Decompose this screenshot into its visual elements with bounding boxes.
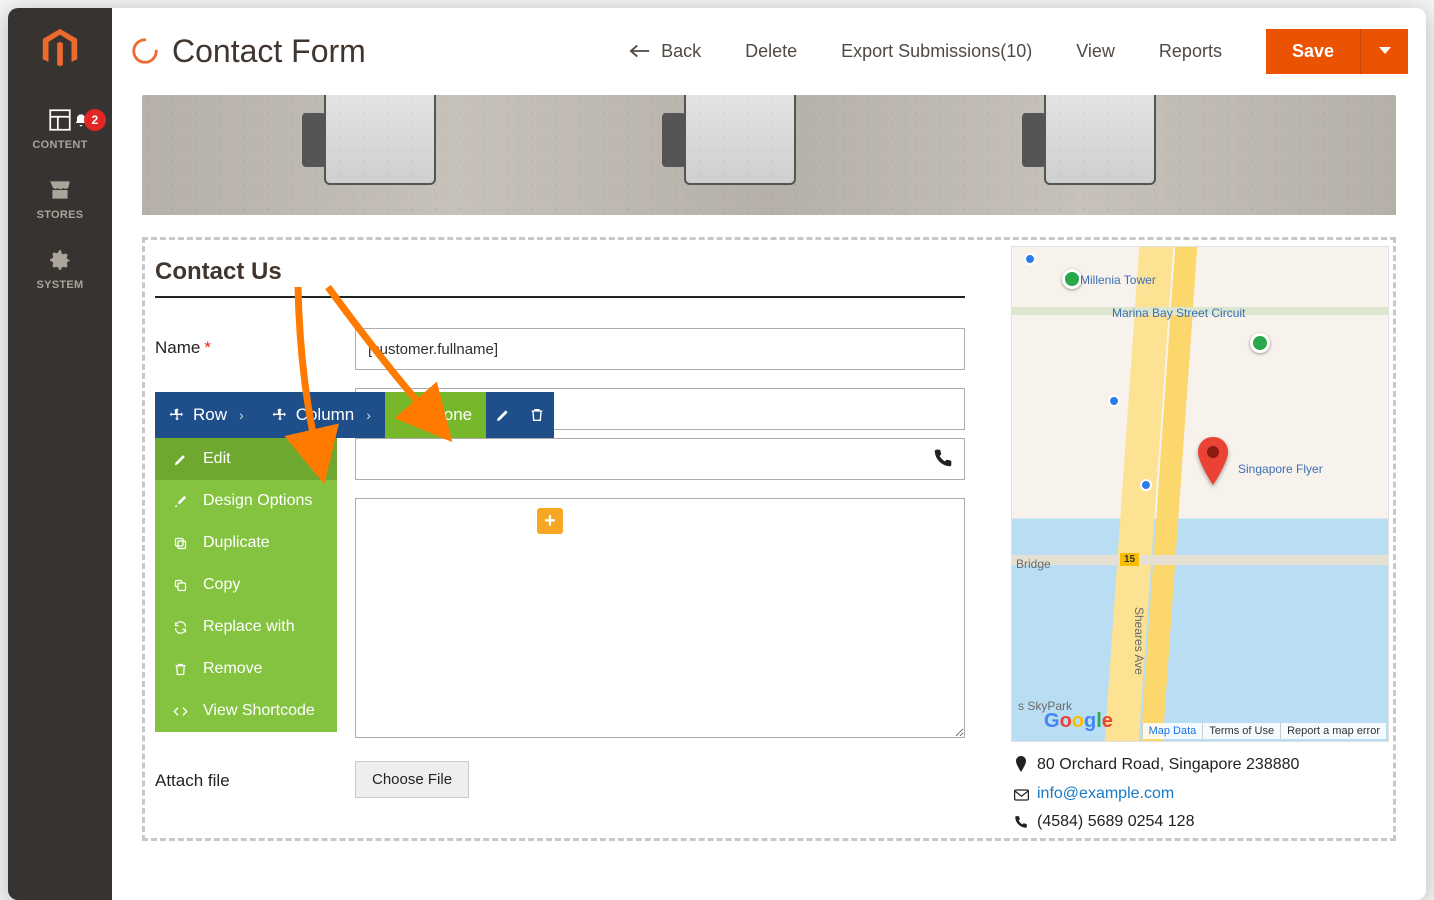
field-name: Name* (155, 328, 965, 370)
choose-file-button[interactable]: Choose File (355, 761, 469, 798)
pencil-icon (495, 407, 511, 423)
map-poi[interactable] (1108, 395, 1120, 407)
sidebar-item-stores[interactable]: STORES (8, 165, 112, 235)
reports-button[interactable]: Reports (1159, 41, 1222, 62)
map-highway-badge: 15 (1120, 553, 1139, 566)
magento-logo (8, 8, 112, 95)
refresh-icon (173, 620, 188, 635)
annotation-arrow (322, 281, 452, 446)
move-icon (169, 407, 185, 423)
context-menu-replace[interactable]: Replace with (155, 606, 337, 648)
map-pin-icon (1013, 755, 1029, 781)
page-header: Contact Form Back Delete Export Submissi… (112, 8, 1426, 95)
layout-icon (47, 107, 73, 133)
map-poi[interactable] (1062, 269, 1082, 289)
view-button[interactable]: View (1076, 41, 1115, 62)
phone-icon (1013, 812, 1029, 838)
envelope-icon (1013, 784, 1029, 810)
arrow-left-icon (629, 43, 651, 59)
gear-icon (47, 247, 73, 273)
brush-icon (173, 494, 188, 509)
map-pin-icon (1194, 437, 1232, 490)
map-label-sheares: Sheares Ave (1132, 607, 1146, 675)
contact-info: 80 Orchard Road, Singapore 238880 info@e… (1011, 742, 1389, 838)
edit-element-button[interactable] (486, 392, 520, 438)
map-poi[interactable] (1140, 479, 1152, 491)
field-email-hidden: . Row› (155, 388, 965, 430)
admin-sidebar: CONTENT 2 STORES SYSTEM (8, 8, 112, 900)
save-dropdown-button[interactable] (1360, 29, 1408, 74)
pencil-icon (173, 452, 188, 467)
page-title: Contact Form (172, 33, 366, 70)
map-poi[interactable] (1024, 253, 1036, 265)
delete-button[interactable]: Delete (745, 41, 797, 62)
field-attach: Attach file Choose File (155, 761, 965, 798)
context-menu-copy[interactable]: Copy (155, 564, 337, 606)
context-menu-design[interactable]: Design Options (155, 480, 337, 522)
caret-down-icon (1378, 46, 1392, 56)
map-label-flyer: Singapore Flyer (1238, 462, 1323, 476)
export-submissions-button[interactable]: Export Submissions(10) (841, 41, 1032, 62)
form-heading: Contact Us (155, 254, 965, 296)
hero-image (142, 95, 1396, 215)
contact-email-link[interactable]: info@example.com (1037, 781, 1174, 807)
map-data-link[interactable]: Map Data (1142, 723, 1203, 739)
sidebar-item-label: STORES (37, 209, 84, 221)
sidebar-item-label: SYSTEM (36, 279, 83, 291)
back-button[interactable]: Back (629, 41, 701, 62)
trash-icon (173, 662, 188, 677)
context-menu-remove[interactable]: Remove (155, 648, 337, 690)
map-report-link[interactable]: Report a map error (1280, 723, 1386, 739)
sidebar-item-content[interactable]: CONTENT 2 (8, 95, 112, 165)
trash-icon (529, 407, 545, 423)
breadcrumb-row[interactable]: Row› (155, 392, 258, 438)
notification-badge: 2 (84, 109, 106, 131)
sidebar-item-system[interactable]: SYSTEM (8, 235, 112, 305)
context-menu-duplicate[interactable]: Duplicate (155, 522, 337, 564)
store-icon (47, 177, 73, 203)
add-element-button[interactable]: + (537, 508, 563, 534)
context-menu-shortcode[interactable]: View Shortcode (155, 690, 337, 732)
phone-icon (933, 448, 953, 473)
chevron-right-icon: › (239, 407, 244, 423)
delete-element-button[interactable] (520, 392, 554, 438)
map-label-circuit: Marina Bay Street Circuit (1112, 306, 1245, 320)
google-logo: Google (1044, 710, 1113, 733)
move-icon (272, 407, 288, 423)
map-label-millenia: Millenia Tower (1080, 273, 1156, 287)
code-icon (173, 704, 188, 719)
message-textarea[interactable] (355, 498, 965, 738)
save-button[interactable]: Save (1266, 29, 1360, 74)
map-poi[interactable] (1250, 333, 1270, 353)
copy-icon (173, 578, 188, 593)
spinner-icon (130, 36, 160, 66)
duplicate-icon (173, 536, 188, 551)
map-label-bridge: Bridge (1016, 557, 1051, 571)
heading-rule (155, 296, 965, 298)
required-mark: * (204, 338, 211, 357)
sidebar-item-label: CONTENT (32, 139, 87, 151)
map-terms-link[interactable]: Terms of Use (1202, 723, 1280, 739)
map-widget[interactable]: Millenia Tower Marina Bay Street Circuit… (1011, 246, 1389, 742)
